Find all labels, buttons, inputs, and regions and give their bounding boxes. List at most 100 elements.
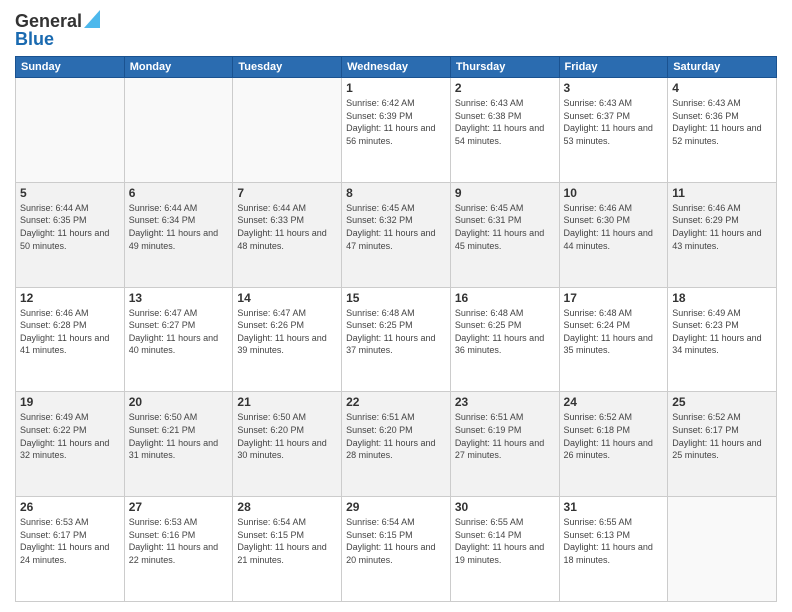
day-cell: 17 Sunrise: 6:48 AM Sunset: 6:24 PM Dayli… <box>559 287 668 392</box>
week-row-1: 5 Sunrise: 6:44 AM Sunset: 6:35 PM Daylig… <box>16 182 777 287</box>
day-cell: 9 Sunrise: 6:45 AM Sunset: 6:31 PM Daylig… <box>450 182 559 287</box>
day-number: 14 <box>237 291 337 305</box>
day-cell: 31Sunrise: 6:55 AM Sunset: 6:13 PM Dayli… <box>559 497 668 602</box>
day-cell <box>16 78 125 183</box>
day-cell: 15 Sunrise: 6:48 AM Sunset: 6:25 PM Dayli… <box>342 287 451 392</box>
day-number: 16 <box>455 291 555 305</box>
day-number: 31 <box>564 500 664 514</box>
day-cell: 2Sunrise: 6:43 AM Sunset: 6:38 PM Daylig… <box>450 78 559 183</box>
day-info: Sunrise: 6:44 AM Sunset: 6:33 PM Dayligh… <box>237 202 337 252</box>
day-cell: 28 Sunrise: 6:54 AM Sunset: 6:15 PM Dayli… <box>233 497 342 602</box>
day-info: Sunrise: 6:50 AM Sunset: 6:20 PM Dayligh… <box>237 411 337 461</box>
weekday-header-row: SundayMondayTuesdayWednesdayThursdayFrid… <box>16 57 777 78</box>
day-number: 18 <box>672 291 772 305</box>
day-info: Sunrise: 6:54 AM Sunset: 6:15 PM Dayligh… <box>237 516 337 566</box>
day-cell: 7 Sunrise: 6:44 AM Sunset: 6:33 PM Daylig… <box>233 182 342 287</box>
day-cell: 24 Sunrise: 6:52 AM Sunset: 6:18 PM Dayli… <box>559 392 668 497</box>
day-info: Sunrise: 6:52 AM Sunset: 6:17 PM Dayligh… <box>672 411 772 461</box>
day-number: 11 <box>672 186 772 200</box>
day-info: Sunrise: 6:54 AM Sunset: 6:15 PM Dayligh… <box>346 516 446 566</box>
day-cell: 30 Sunrise: 6:55 AM Sunset: 6:14 PM Dayli… <box>450 497 559 602</box>
day-number: 19 <box>20 395 120 409</box>
calendar-body: 1 Sunrise: 6:42 AM Sunset: 6:39 PM Daylig… <box>16 78 777 602</box>
day-number: 5 <box>20 186 120 200</box>
day-number: 4 <box>672 81 772 95</box>
day-cell: 21 Sunrise: 6:50 AM Sunset: 6:20 PM Dayli… <box>233 392 342 497</box>
day-cell: 29 Sunrise: 6:54 AM Sunset: 6:15 PM Dayli… <box>342 497 451 602</box>
weekday-header-sunday: Sunday <box>16 57 125 78</box>
day-cell: 18 Sunrise: 6:49 AM Sunset: 6:23 PM Dayli… <box>668 287 777 392</box>
day-info: Sunrise: 6:42 AM Sunset: 6:39 PM Dayligh… <box>346 97 446 147</box>
day-number: 27 <box>129 500 229 514</box>
weekday-header-thursday: Thursday <box>450 57 559 78</box>
day-info: Sunrise: 6:44 AM Sunset: 6:34 PM Dayligh… <box>129 202 229 252</box>
weekday-header-friday: Friday <box>559 57 668 78</box>
day-number: 9 <box>455 186 555 200</box>
day-number: 2 <box>455 81 555 95</box>
day-info: Sunrise: 6:51 AM Sunset: 6:20 PM Dayligh… <box>346 411 446 461</box>
calendar-table: SundayMondayTuesdayWednesdayThursdayFrid… <box>15 56 777 602</box>
day-number: 30 <box>455 500 555 514</box>
day-info: Sunrise: 6:49 AM Sunset: 6:22 PM Dayligh… <box>20 411 120 461</box>
day-cell: 5 Sunrise: 6:44 AM Sunset: 6:35 PM Daylig… <box>16 182 125 287</box>
day-cell <box>233 78 342 183</box>
day-number: 10 <box>564 186 664 200</box>
day-cell: 22 Sunrise: 6:51 AM Sunset: 6:20 PM Dayli… <box>342 392 451 497</box>
day-info: Sunrise: 6:50 AM Sunset: 6:21 PM Dayligh… <box>129 411 229 461</box>
day-cell: 13 Sunrise: 6:47 AM Sunset: 6:27 PM Dayli… <box>124 287 233 392</box>
day-info: Sunrise: 6:52 AM Sunset: 6:18 PM Dayligh… <box>564 411 664 461</box>
day-number: 1 <box>346 81 446 95</box>
weekday-header-saturday: Saturday <box>668 57 777 78</box>
day-info: Sunrise: 6:47 AM Sunset: 6:26 PM Dayligh… <box>237 307 337 357</box>
calendar-header: SundayMondayTuesdayWednesdayThursdayFrid… <box>16 57 777 78</box>
weekday-header-wednesday: Wednesday <box>342 57 451 78</box>
week-row-4: 26Sunrise: 6:53 AM Sunset: 6:17 PM Dayli… <box>16 497 777 602</box>
day-info: Sunrise: 6:46 AM Sunset: 6:28 PM Dayligh… <box>20 307 120 357</box>
day-number: 17 <box>564 291 664 305</box>
day-number: 25 <box>672 395 772 409</box>
day-info: Sunrise: 6:55 AM Sunset: 6:14 PM Dayligh… <box>455 516 555 566</box>
day-number: 8 <box>346 186 446 200</box>
day-info: Sunrise: 6:46 AM Sunset: 6:29 PM Dayligh… <box>672 202 772 252</box>
day-cell: 10 Sunrise: 6:46 AM Sunset: 6:30 PM Dayli… <box>559 182 668 287</box>
day-cell: 8 Sunrise: 6:45 AM Sunset: 6:32 PM Daylig… <box>342 182 451 287</box>
day-info: Sunrise: 6:48 AM Sunset: 6:24 PM Dayligh… <box>564 307 664 357</box>
day-cell: 19 Sunrise: 6:49 AM Sunset: 6:22 PM Dayli… <box>16 392 125 497</box>
day-cell: 4 Sunrise: 6:43 AM Sunset: 6:36 PM Daylig… <box>668 78 777 183</box>
day-cell: 27 Sunrise: 6:53 AM Sunset: 6:16 PM Dayli… <box>124 497 233 602</box>
weekday-header-tuesday: Tuesday <box>233 57 342 78</box>
day-info: Sunrise: 6:45 AM Sunset: 6:32 PM Dayligh… <box>346 202 446 252</box>
day-info: Sunrise: 6:45 AM Sunset: 6:31 PM Dayligh… <box>455 202 555 252</box>
day-info: Sunrise: 6:47 AM Sunset: 6:27 PM Dayligh… <box>129 307 229 357</box>
day-number: 7 <box>237 186 337 200</box>
day-cell: 1 Sunrise: 6:42 AM Sunset: 6:39 PM Daylig… <box>342 78 451 183</box>
day-number: 22 <box>346 395 446 409</box>
day-number: 20 <box>129 395 229 409</box>
day-info: Sunrise: 6:43 AM Sunset: 6:36 PM Dayligh… <box>672 97 772 147</box>
day-number: 3 <box>564 81 664 95</box>
day-number: 15 <box>346 291 446 305</box>
day-info: Sunrise: 6:49 AM Sunset: 6:23 PM Dayligh… <box>672 307 772 357</box>
day-number: 12 <box>20 291 120 305</box>
day-number: 24 <box>564 395 664 409</box>
day-cell <box>124 78 233 183</box>
logo: General Blue <box>15 10 100 50</box>
day-number: 29 <box>346 500 446 514</box>
week-row-3: 19 Sunrise: 6:49 AM Sunset: 6:22 PM Dayli… <box>16 392 777 497</box>
day-cell: 11 Sunrise: 6:46 AM Sunset: 6:29 PM Dayli… <box>668 182 777 287</box>
day-cell: 23Sunrise: 6:51 AM Sunset: 6:19 PM Dayli… <box>450 392 559 497</box>
day-cell: 26Sunrise: 6:53 AM Sunset: 6:17 PM Dayli… <box>16 497 125 602</box>
day-number: 21 <box>237 395 337 409</box>
header: General Blue <box>15 10 777 50</box>
day-info: Sunrise: 6:48 AM Sunset: 6:25 PM Dayligh… <box>346 307 446 357</box>
day-info: Sunrise: 6:53 AM Sunset: 6:16 PM Dayligh… <box>129 516 229 566</box>
day-cell: 14 Sunrise: 6:47 AM Sunset: 6:26 PM Dayli… <box>233 287 342 392</box>
weekday-header-monday: Monday <box>124 57 233 78</box>
day-cell: 20 Sunrise: 6:50 AM Sunset: 6:21 PM Dayli… <box>124 392 233 497</box>
day-info: Sunrise: 6:46 AM Sunset: 6:30 PM Dayligh… <box>564 202 664 252</box>
day-info: Sunrise: 6:44 AM Sunset: 6:35 PM Dayligh… <box>20 202 120 252</box>
day-info: Sunrise: 6:48 AM Sunset: 6:25 PM Dayligh… <box>455 307 555 357</box>
day-number: 13 <box>129 291 229 305</box>
day-info: Sunrise: 6:53 AM Sunset: 6:17 PM Dayligh… <box>20 516 120 566</box>
day-number: 28 <box>237 500 337 514</box>
